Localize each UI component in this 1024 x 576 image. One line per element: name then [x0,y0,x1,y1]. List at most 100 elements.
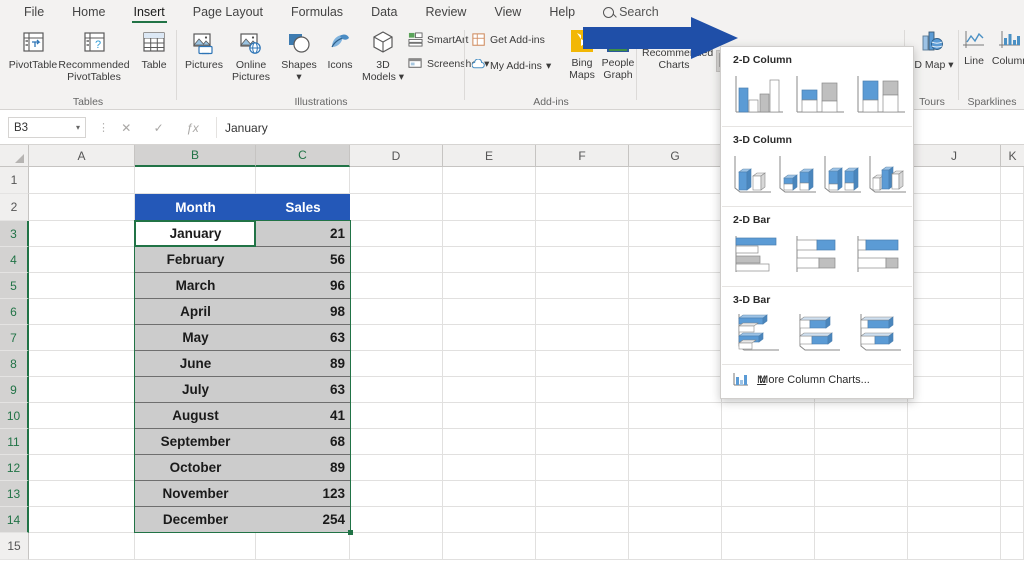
table-cell-sales[interactable]: 89 [256,455,350,481]
grid-cell[interactable] [722,481,815,507]
name-box[interactable]: B3 ▾ [8,117,86,138]
grid-cell[interactable] [722,455,815,481]
grid-cell[interactable] [135,167,256,194]
grid-cell[interactable] [350,403,443,429]
grid-cell[interactable] [443,403,536,429]
grid-cell[interactable] [1001,403,1024,429]
3d-100-percent-stacked-bar-icon[interactable] [853,312,908,356]
row-header-3[interactable]: 3 [0,221,29,247]
grid-cell[interactable] [443,455,536,481]
grid-cell[interactable] [908,351,1001,377]
table-cell-month[interactable]: January [135,221,256,247]
grid-cell[interactable] [256,167,350,194]
grid-cell[interactable] [443,429,536,455]
cancel-icon[interactable]: ✕ [121,121,131,135]
table-cell-sales[interactable]: 63 [256,325,350,351]
grid-cell[interactable] [1001,351,1024,377]
table-header-cell-month[interactable]: Month [135,194,256,221]
grid-cell[interactable] [722,533,815,560]
grid-cell[interactable] [629,481,722,507]
grid-cell[interactable] [629,403,722,429]
grid-cell[interactable] [536,351,629,377]
grid-cell[interactable] [536,533,629,560]
table-cell-month[interactable]: November [135,481,256,507]
grid-cell[interactable] [629,194,722,221]
tab-page-layout[interactable]: Page Layout [179,0,277,24]
table-cell-month[interactable]: June [135,351,256,377]
tab-formulas[interactable]: Formulas [277,0,357,24]
grid-cell[interactable] [443,481,536,507]
column-header-f[interactable]: F [536,145,629,167]
grid-cell[interactable] [536,325,629,351]
grid-cell[interactable] [350,194,443,221]
column-header-c[interactable]: C [256,145,350,167]
grid-cell[interactable] [629,325,722,351]
tab-view[interactable]: View [480,0,535,24]
table-cell-sales[interactable]: 123 [256,481,350,507]
grid-cell[interactable] [1001,221,1024,247]
grid-cell[interactable] [1001,429,1024,455]
grid-cell[interactable] [29,351,135,377]
table-cell-sales[interactable]: 56 [256,247,350,273]
grid-cell[interactable] [908,533,1001,560]
grid-cell[interactable] [350,429,443,455]
column-header-d[interactable]: D [350,145,443,167]
grid-cell[interactable] [536,299,629,325]
table-cell-sales[interactable]: 41 [256,403,350,429]
grid-cell[interactable] [722,429,815,455]
grid-cell[interactable] [629,221,722,247]
grid-cell[interactable] [29,299,135,325]
row-header-11[interactable]: 11 [0,429,29,455]
grid-cell[interactable] [29,194,135,221]
row-header-4[interactable]: 4 [0,247,29,273]
column-header-e[interactable]: E [443,145,536,167]
grid-cell[interactable] [1001,299,1024,325]
grid-cell[interactable] [536,377,629,403]
grid-cell[interactable] [908,221,1001,247]
my-addins-button[interactable]: My Add-ins ▾ [472,59,551,73]
grid-cell[interactable] [1001,533,1024,560]
grid-cell[interactable] [815,533,908,560]
table-cell-month[interactable]: July [135,377,256,403]
row-header-12[interactable]: 12 [0,455,29,481]
grid-cell[interactable] [350,507,443,533]
row-header-7[interactable]: 7 [0,325,29,351]
grid-cell[interactable] [536,481,629,507]
online-pictures-button[interactable]: Online Pictures [226,28,276,83]
column-header-j[interactable]: J [908,145,1001,167]
grid-cell[interactable] [443,325,536,351]
stacked-bar-icon[interactable] [792,232,847,278]
3d-clustered-bar-icon[interactable] [731,312,786,356]
grid-cell[interactable] [350,247,443,273]
grid-cell[interactable] [1001,247,1024,273]
grid-cell[interactable] [815,507,908,533]
grid-cell[interactable] [1001,167,1024,194]
table-cell-month[interactable]: March [135,273,256,299]
grid-cell[interactable] [350,533,443,560]
column-header-b[interactable]: B [135,145,256,167]
tab-data[interactable]: Data [357,0,411,24]
3d-models-button[interactable]: 3D Models ▾ [360,28,406,83]
row-header-10[interactable]: 10 [0,403,29,429]
table-cell-sales[interactable]: 68 [256,429,350,455]
tab-help[interactable]: Help [535,0,589,24]
100-percent-stacked-bar-icon[interactable] [853,232,908,278]
grid-cell[interactable] [443,507,536,533]
formula-bar-handle[interactable]: ⋮ [98,121,109,134]
smartart-button[interactable]: SmartArt [408,32,468,47]
row-header-9[interactable]: 9 [0,377,29,403]
grid-cell[interactable] [629,299,722,325]
grid-cell[interactable] [29,377,135,403]
grid-cell[interactable] [908,167,1001,194]
enter-icon[interactable]: ✓ [154,121,164,135]
grid-cell[interactable] [29,403,135,429]
grid-cell[interactable] [29,167,135,194]
grid-cell[interactable] [722,403,815,429]
grid-cell[interactable] [350,351,443,377]
grid-cell[interactable] [350,481,443,507]
row-header-14[interactable]: 14 [0,507,29,533]
grid-cell[interactable] [443,247,536,273]
grid-cell[interactable] [536,507,629,533]
grid-cell[interactable] [629,429,722,455]
grid-cell[interactable] [908,247,1001,273]
